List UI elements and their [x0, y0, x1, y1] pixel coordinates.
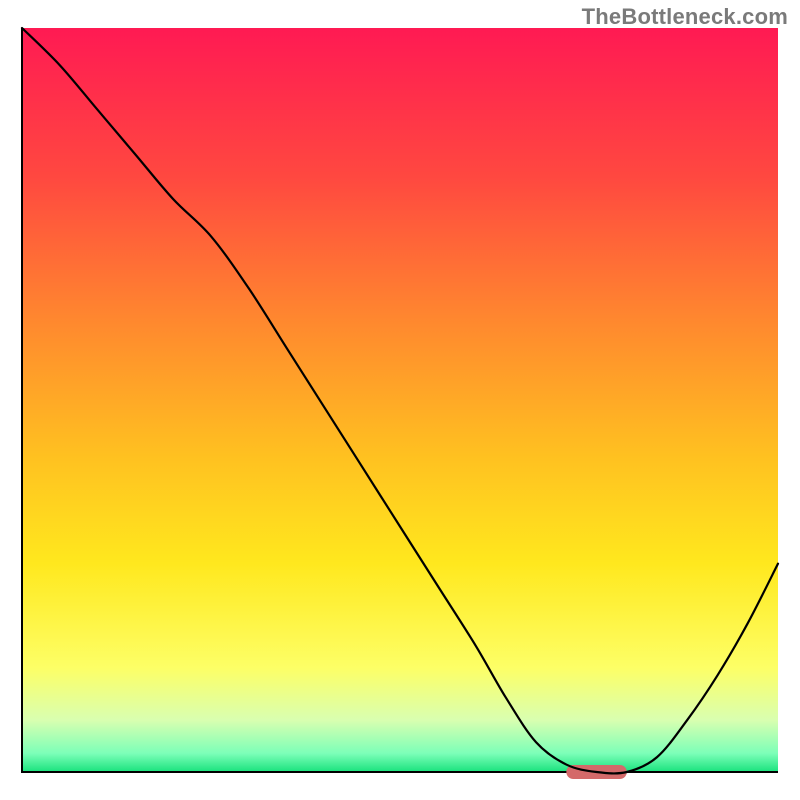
bottleneck-chart — [0, 0, 800, 800]
chart-frame: TheBottleneck.com — [0, 0, 800, 800]
gradient-background — [22, 28, 778, 772]
